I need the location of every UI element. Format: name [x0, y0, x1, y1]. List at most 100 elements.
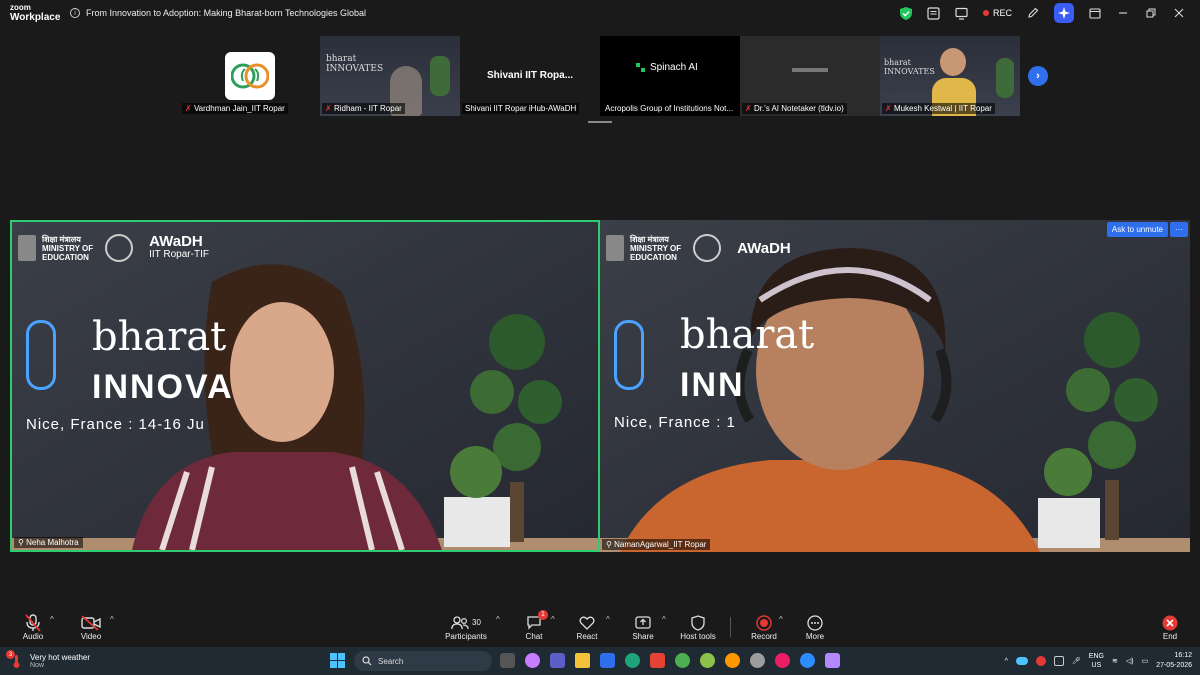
arc-app-icon[interactable]: [825, 653, 840, 668]
clock[interactable]: 16:12 27-05-2026: [1156, 651, 1192, 671]
participant-strip: ✗ Vardhman Jain_IIT Ropar bharat INNOVATE…: [180, 36, 1050, 116]
participant-name-label: ⚲ Neha Malhotra: [14, 537, 83, 548]
restore-icon[interactable]: [1144, 6, 1158, 20]
shield-icon[interactable]: [899, 6, 913, 20]
taskbar-search[interactable]: Search: [354, 651, 492, 671]
audio-options-caret[interactable]: ^: [50, 615, 54, 624]
chrome-profile-icon[interactable]: [725, 653, 740, 668]
plant-shape: [430, 56, 450, 96]
shivani-display-name: Shivani IIT Ropa...: [486, 70, 574, 81]
thumbnail-acropolis[interactable]: Spinach AI Acropolis Group of Institutio…: [600, 36, 740, 116]
logo-line2: Workplace: [10, 12, 61, 23]
react-button[interactable]: React: [574, 607, 600, 647]
thumbnail-tldv[interactable]: ✗ Dr.'s AI Notetaker (tldv.io): [740, 36, 880, 116]
emblem-icon: [606, 235, 624, 261]
slide-innovates-text: INNOVA: [92, 368, 234, 406]
recording-indicator[interactable]: REC: [982, 8, 1012, 18]
chrome-profile-icon[interactable]: [675, 653, 690, 668]
notes-icon[interactable]: [927, 6, 941, 20]
tile-more-button[interactable]: ···: [1170, 222, 1188, 237]
chat-caret[interactable]: ^: [551, 615, 555, 624]
participant-name-label: ⚲ NamanAgarwal_IIT Ropar: [602, 539, 711, 550]
profile-logo: [225, 52, 275, 100]
chat-button[interactable]: 1 Chat: [522, 607, 548, 647]
chat-badge: 1: [538, 609, 548, 620]
battery-icon[interactable]: ▭: [1142, 657, 1149, 665]
taskbar-apps: [500, 653, 840, 668]
slide-location-text: Nice, France : 14-16 Ju: [26, 416, 205, 433]
record-button[interactable]: Record: [750, 607, 778, 647]
tray-app-icon[interactable]: [1053, 656, 1064, 666]
system-tray: ^ 🎤︎ ENG US ≋ ◁) ▭ 16:12 27-05-2026: [1005, 647, 1192, 675]
info-icon[interactable]: i: [70, 8, 80, 18]
more-button[interactable]: More: [802, 607, 828, 647]
chevron-up-icon[interactable]: ^: [1005, 658, 1008, 665]
task-view-icon[interactable]: [500, 653, 515, 668]
ai-companion-icon[interactable]: [1054, 3, 1074, 23]
share-caret[interactable]: ^: [662, 615, 666, 624]
language-indicator[interactable]: ENG US: [1089, 652, 1104, 670]
minimize-icon[interactable]: [1116, 6, 1130, 20]
ask-to-unmute-button[interactable]: Ask to unmute: [1106, 222, 1168, 237]
slide-thumb-text: bharat INNOVATES: [884, 58, 935, 76]
windows-start-icon[interactable]: [330, 653, 346, 674]
onedrive-icon[interactable]: [1015, 657, 1028, 665]
title-bar-controls: REC: [899, 0, 1200, 26]
awadh-logo: AWaDH IIT Ropar-TIF: [149, 233, 209, 260]
microphone-icon[interactable]: 🎤︎: [1072, 657, 1081, 665]
share-screen-icon: [635, 614, 651, 632]
chevron-right-icon: ›: [1036, 70, 1040, 82]
thumbnail-vardhman[interactable]: ✗ Vardhman Jain_IIT Ropar: [180, 36, 320, 116]
mic-muted-icon: ✗: [745, 104, 752, 113]
record-caret[interactable]: ^: [779, 615, 783, 624]
chrome-profile-icon[interactable]: [775, 653, 790, 668]
weather-badge: 3: [6, 650, 15, 659]
wps-icon[interactable]: [650, 653, 665, 668]
share-button[interactable]: Share: [630, 607, 656, 647]
strip-scroll-indicator[interactable]: [588, 121, 612, 123]
thumbnail-mukesh[interactable]: bharat INNOVATES ✗ Mukesh Kestwal | IIT R…: [880, 36, 1020, 116]
store-icon[interactable]: [600, 653, 615, 668]
participants-button[interactable]: 30 Participants: [444, 607, 488, 647]
zoom-logo: zoom Workplace: [0, 3, 70, 23]
awadh-logo: AWaDH: [737, 239, 791, 257]
video-options-caret[interactable]: ^: [110, 615, 114, 624]
participants-caret[interactable]: ^: [496, 615, 500, 624]
whiteboard-icon[interactable]: [955, 6, 969, 20]
teams-icon[interactable]: [550, 653, 565, 668]
video-tile-neha[interactable]: शिक्षा मंत्रालय MINISTRY OF EDUCATION AW…: [10, 220, 600, 552]
notetaker-graphic: [792, 68, 828, 72]
slide-bharat-text: bharat: [92, 314, 227, 360]
chrome-profile-icon[interactable]: [700, 653, 715, 668]
video-tile-naman[interactable]: शिक्षा मंत्रालय MINISTRY OF EDUCATION AW…: [600, 220, 1190, 552]
react-caret[interactable]: ^: [606, 615, 610, 624]
pin-icon: ⚲: [18, 538, 24, 547]
weather-subtitle: Now: [30, 662, 45, 669]
heart-icon: [579, 614, 595, 632]
meeting-info[interactable]: i From Innovation to Adoption: Making Bh…: [70, 8, 366, 18]
file-explorer-icon[interactable]: [575, 653, 590, 668]
edge-icon[interactable]: [625, 653, 640, 668]
video-button[interactable]: Video: [78, 607, 104, 647]
meeting-toolbar: Audio ^ Video ^ 30 Participants ^ 1 Chat…: [0, 607, 1200, 647]
wifi-icon[interactable]: ≋: [1112, 657, 1118, 665]
apps-icon[interactable]: [1088, 6, 1102, 20]
tray-app-icon[interactable]: [1035, 656, 1046, 666]
zoom-app-icon[interactable]: [800, 653, 815, 668]
next-page-button[interactable]: ›: [1028, 66, 1048, 86]
end-button[interactable]: End: [1158, 607, 1182, 647]
close-icon[interactable]: [1172, 6, 1186, 20]
weather-widget[interactable]: 3 Very hot weather Now: [6, 647, 91, 675]
thumbnail-ridham[interactable]: bharat INNOVATES ✗ Ridham - IIT Ropar: [320, 36, 460, 116]
chrome-profile-icon[interactable]: [750, 653, 765, 668]
weather-title: Very hot weather: [30, 653, 91, 662]
copilot-icon[interactable]: [525, 653, 540, 668]
thermometer-icon: 3: [6, 650, 24, 669]
volume-icon[interactable]: ◁): [1126, 657, 1134, 665]
host-tools-button[interactable]: Host tools: [678, 607, 718, 647]
record-icon: [756, 614, 772, 632]
pencil-icon[interactable]: [1026, 6, 1040, 20]
thumbnail-shivani[interactable]: Shivani IIT Ropa... Shivani IIT Ropar iH…: [460, 36, 600, 116]
search-icon: [362, 656, 372, 666]
audio-button[interactable]: Audio: [18, 607, 48, 647]
